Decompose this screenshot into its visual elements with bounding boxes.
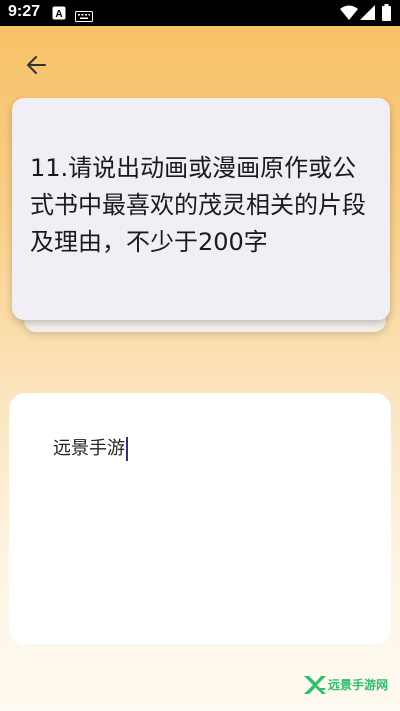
back-button[interactable] (20, 50, 54, 80)
status-bar: 9:27 A (0, 0, 400, 26)
text-caret (126, 437, 128, 461)
watermark-logo-icon (304, 676, 326, 694)
a-notification-icon: A (52, 5, 66, 24)
question-card: 11.请说出动画或漫画原作或公式书中最喜欢的茂灵相关的片段及理由，不少于200字 (12, 98, 390, 320)
answer-input[interactable]: 远景手游 (53, 437, 128, 461)
watermark-text: 远景手游网 (328, 678, 389, 692)
arrow-left-icon (27, 56, 46, 74)
svg-text:A: A (55, 9, 62, 20)
status-time: 9:27 (8, 3, 41, 20)
battery-icon (382, 4, 391, 25)
answer-box[interactable]: 远景手游 (9, 393, 391, 644)
signal-icon (360, 5, 375, 24)
keyboard-icon (75, 7, 93, 26)
answer-value: 远景手游 (53, 438, 125, 459)
question-card-stack: 11.请说出动画或漫画原作或公式书中最喜欢的茂灵相关的片段及理由，不少于200字 (12, 98, 390, 338)
question-text: 11.请说出动画或漫画原作或公式书中最喜欢的茂灵相关的片段及理由，不少于200字 (30, 154, 366, 256)
wifi-icon (340, 5, 358, 24)
